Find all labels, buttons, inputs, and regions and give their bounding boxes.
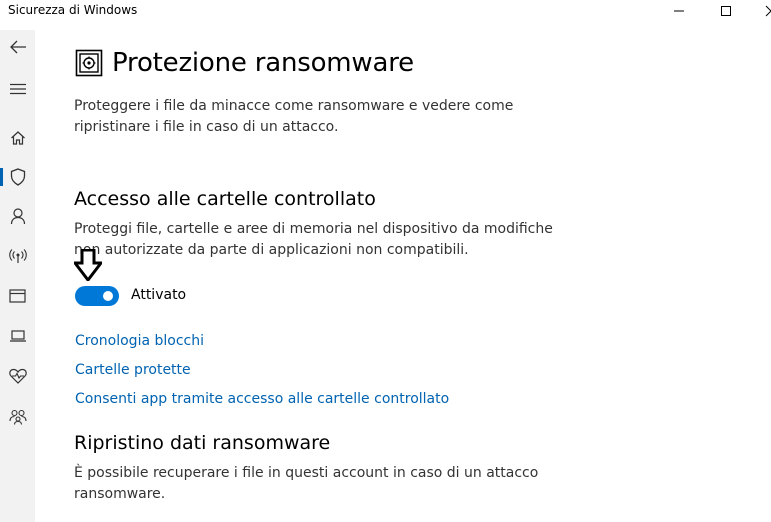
sidebar-item-home[interactable]	[0, 121, 35, 155]
window-title: Sicurezza di Windows	[8, 3, 138, 17]
heart-pulse-icon	[8, 368, 27, 384]
back-button[interactable]	[0, 30, 35, 64]
sidebar-item-device-health[interactable]	[0, 359, 35, 393]
recovery-description: È possibile recuperare i file in questi …	[74, 465, 539, 502]
family-icon	[8, 409, 27, 425]
controlled-folder-toggle[interactable]	[75, 286, 119, 306]
protected-folders-link[interactable]: Cartelle protette	[75, 362, 191, 378]
controlled-folder-description: Proteggi file, cartelle e aree di memori…	[74, 221, 553, 258]
home-icon	[10, 131, 25, 145]
block-history-link[interactable]: Cronologia blocchi	[75, 333, 204, 349]
sidebar-item-family-options[interactable]	[0, 400, 35, 434]
sidebar-item-account[interactable]	[0, 199, 35, 233]
sidebar-item-firewall[interactable]	[0, 239, 35, 273]
maximize-button[interactable]	[703, 0, 749, 22]
wireless-antenna-icon	[8, 249, 27, 263]
sidebar-item-app-browser[interactable]	[0, 279, 35, 313]
active-indicator	[0, 168, 3, 186]
arrow-down-icon	[74, 249, 102, 281]
sidebar-item-virus-protection[interactable]	[0, 160, 35, 194]
back-arrow-icon	[9, 40, 26, 54]
maximize-icon	[721, 6, 731, 16]
toggle-knob	[103, 291, 113, 301]
laptop-icon	[9, 330, 26, 342]
page-header: Protezione ransomware	[75, 48, 414, 78]
close-icon	[765, 5, 771, 17]
recovery-heading: Ripristino dati ransomware	[74, 432, 331, 454]
allow-app-link[interactable]: Consenti app tramite accesso alle cartel…	[75, 391, 449, 407]
minimize-button[interactable]	[656, 0, 702, 22]
hamburger-menu-icon	[9, 83, 26, 95]
controlled-folder-heading: Accesso alle cartelle controllato	[74, 188, 376, 210]
sidebar	[0, 30, 35, 522]
person-icon	[10, 208, 25, 225]
title-bar: Sicurezza di Windows	[0, 0, 771, 30]
toggle-state-label: Attivato	[131, 287, 187, 303]
minimize-icon	[674, 10, 684, 12]
shield-icon	[10, 168, 25, 186]
page-description: Proteggere i file da minacce come ransom…	[74, 98, 514, 135]
sidebar-item-device-security[interactable]	[0, 319, 35, 353]
ransomware-vault-icon	[75, 49, 103, 77]
close-button[interactable]	[748, 0, 771, 22]
app-browser-icon	[9, 289, 26, 303]
hamburger-menu-button[interactable]	[0, 72, 35, 106]
page-title: Protezione ransomware	[112, 48, 414, 78]
